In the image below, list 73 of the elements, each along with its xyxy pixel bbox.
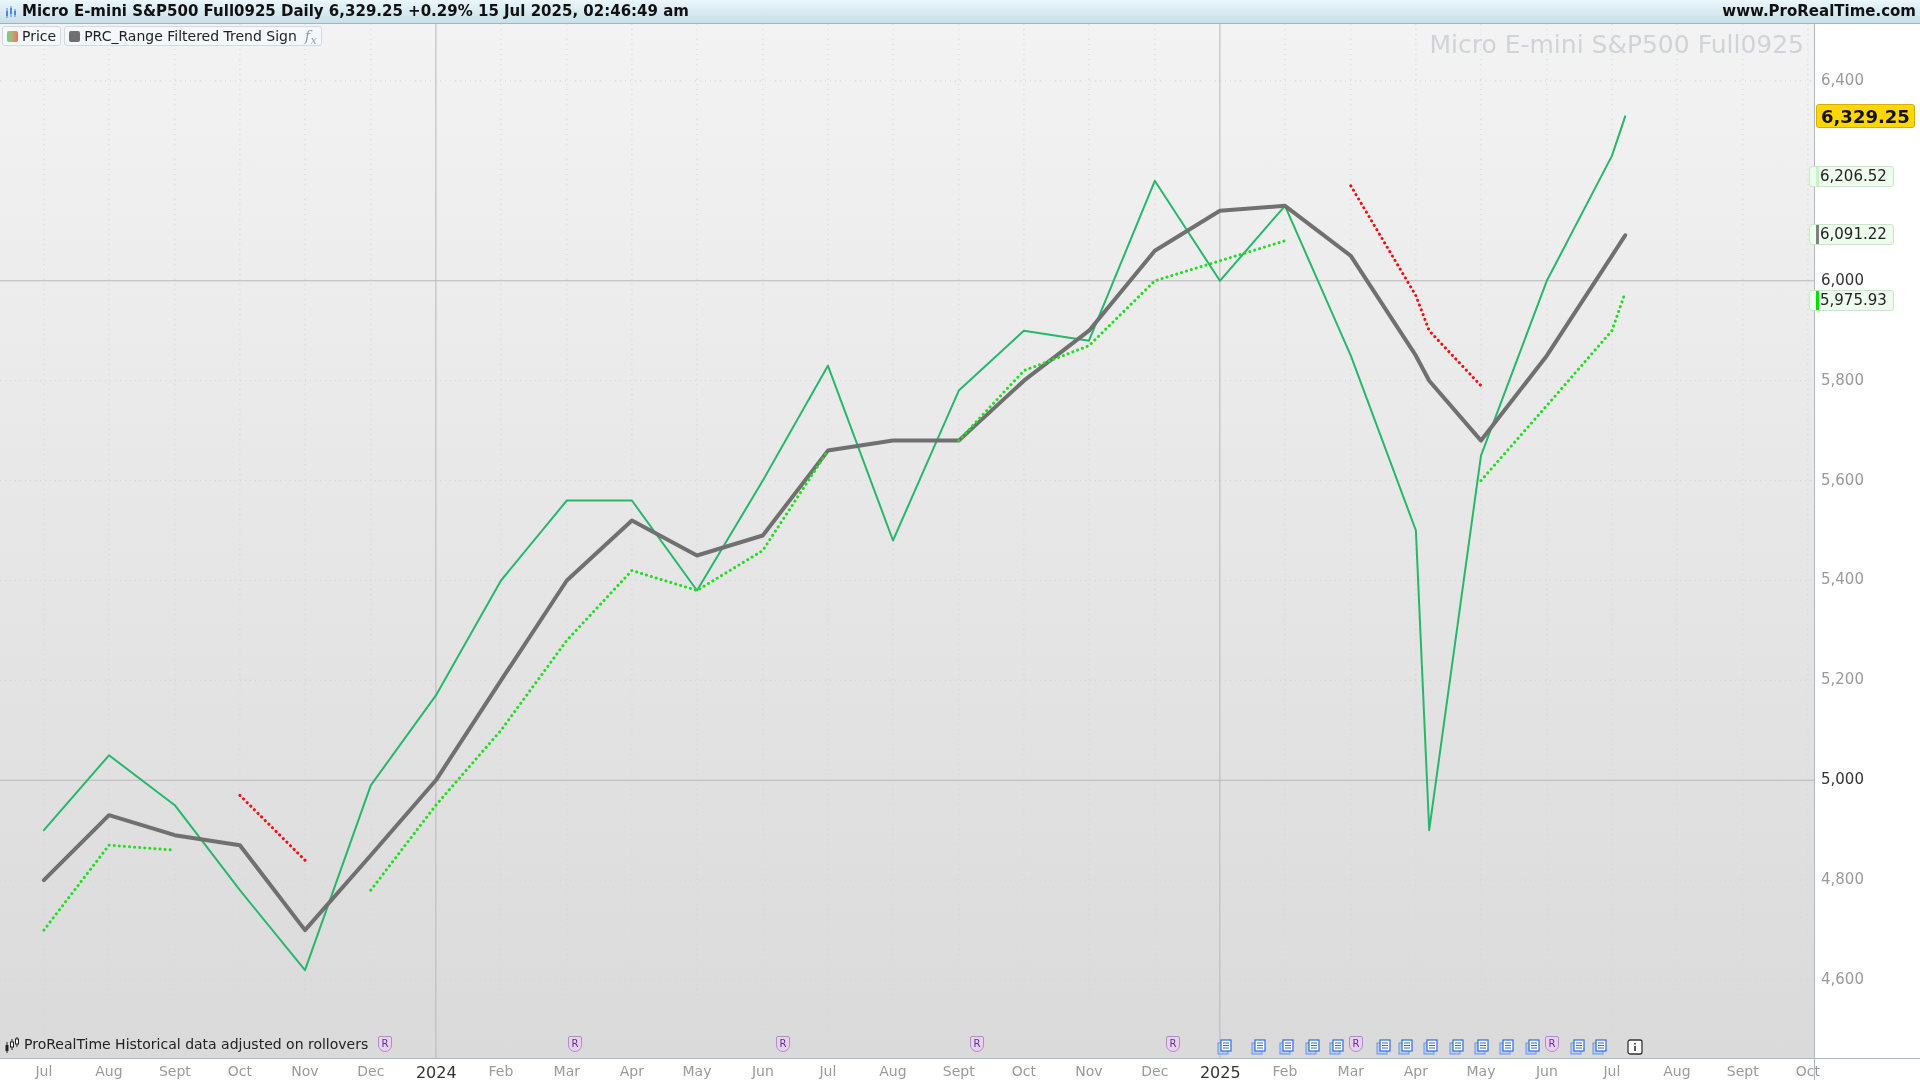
time-axis-label: Apr (618, 1062, 645, 1080)
last-price-tag: 6,329.25 (1816, 104, 1915, 128)
time-axis-label: Feb (487, 1062, 515, 1080)
footer-note: ProRealTime Historical data adjusted on rollovers (24, 1035, 369, 1054)
price-axis-label: 5,200 (1821, 672, 1864, 688)
info-icon[interactable] (1627, 1039, 1643, 1055)
time-axis-label: Dec (1140, 1062, 1170, 1080)
legend-chip[interactable]: Price (2, 26, 62, 46)
time-axis-label: May (1465, 1062, 1497, 1080)
document-icon[interactable] (1251, 1039, 1267, 1055)
square-legend-icon (69, 30, 81, 42)
time-axis-label: May (681, 1062, 713, 1080)
rollover-marker[interactable]: R (776, 1036, 790, 1052)
time-axis-label: Jun (750, 1062, 775, 1080)
time-axis-label: Aug (878, 1062, 908, 1080)
time-axis-label: Nov (1074, 1062, 1104, 1080)
time-axis-label: Jul (33, 1062, 54, 1080)
rollover-marker[interactable]: R (970, 1036, 984, 1052)
time-axis-label: Aug (94, 1062, 124, 1080)
document-icon[interactable] (1398, 1039, 1414, 1055)
time-axis-label: Jul (1601, 1062, 1622, 1080)
time-axis-label: Oct (226, 1062, 253, 1080)
price-axis-label: 5,000 (1821, 772, 1864, 788)
document-icon[interactable] (1592, 1039, 1608, 1055)
document-icon[interactable] (1499, 1039, 1515, 1055)
document-icon[interactable] (1376, 1039, 1392, 1055)
time-axis-label: 2024 (415, 1062, 456, 1080)
time-axis-label: 2025 (1199, 1062, 1240, 1080)
rollover-marker[interactable]: R (378, 1036, 392, 1052)
document-icon[interactable] (1329, 1039, 1345, 1055)
price-axis-label: 6,000 (1821, 272, 1864, 288)
time-axis-label: Apr (1402, 1062, 1429, 1080)
time-axis-label: Dec (356, 1062, 386, 1080)
document-icon[interactable] (1570, 1039, 1586, 1055)
rollover-marker[interactable]: R (1545, 1036, 1559, 1052)
price-axis-label: 5,400 (1821, 572, 1864, 588)
time-axis-label: Sept (1725, 1062, 1760, 1080)
price-axis-label: 5,800 (1821, 372, 1864, 388)
time-axis-label: Jun (1534, 1062, 1559, 1080)
legend-label: Price (22, 26, 57, 46)
rollover-marker[interactable]: R (1349, 1036, 1363, 1052)
price-axis-label: 6,400 (1821, 72, 1864, 88)
price-level-tag: 6,091.22 (1809, 224, 1894, 245)
time-axis-label: Mar (552, 1062, 581, 1080)
document-icon[interactable] (1305, 1039, 1321, 1055)
rollover-marker[interactable]: R (1166, 1036, 1180, 1052)
time-axis-label: Sept (157, 1062, 192, 1080)
legend-chip[interactable]: PRC_Range Filtered Trend Sign f$_{x}$ (64, 26, 322, 46)
website-link[interactable]: www.ProRealTime.com (1722, 0, 1916, 23)
candlestick-icon (4, 4, 18, 19)
document-icon[interactable] (1525, 1039, 1541, 1055)
document-icon[interactable] (1474, 1039, 1490, 1055)
time-axis-label: Mar (1336, 1062, 1365, 1080)
candle-legend-icon (7, 30, 18, 42)
price-axis-label: 5,600 (1821, 472, 1864, 488)
price-axis-label: 4,800 (1821, 872, 1864, 888)
price-level-tag: 5,975.93 (1809, 290, 1894, 311)
time-axis-label: Aug (1662, 1062, 1692, 1080)
time-axis-label: Sept (941, 1062, 976, 1080)
document-icon[interactable] (1279, 1039, 1295, 1055)
document-icon[interactable] (1217, 1039, 1233, 1055)
candlestick-icon (4, 1035, 20, 1054)
document-icon[interactable] (1423, 1039, 1439, 1055)
window-title: Micro E-mini S&P500 Full0925 Daily 6,329.25 +0.29% 15 Jul 2025, 02:46:49 am (22, 1, 689, 23)
document-icon[interactable] (1449, 1039, 1465, 1055)
rollover-marker[interactable]: R (568, 1036, 582, 1052)
price-axis-label: 4,600 (1821, 972, 1864, 988)
time-axis-label: Oct (1010, 1062, 1037, 1080)
legend-label: PRC_Range Filtered Trend Sign (84, 26, 297, 46)
time-axis-label: Nov (290, 1062, 320, 1080)
time-axis-label: Jul (817, 1062, 838, 1080)
time-axis-label: Feb (1271, 1062, 1299, 1080)
price-level-tag: 6,206.52 (1809, 166, 1894, 187)
